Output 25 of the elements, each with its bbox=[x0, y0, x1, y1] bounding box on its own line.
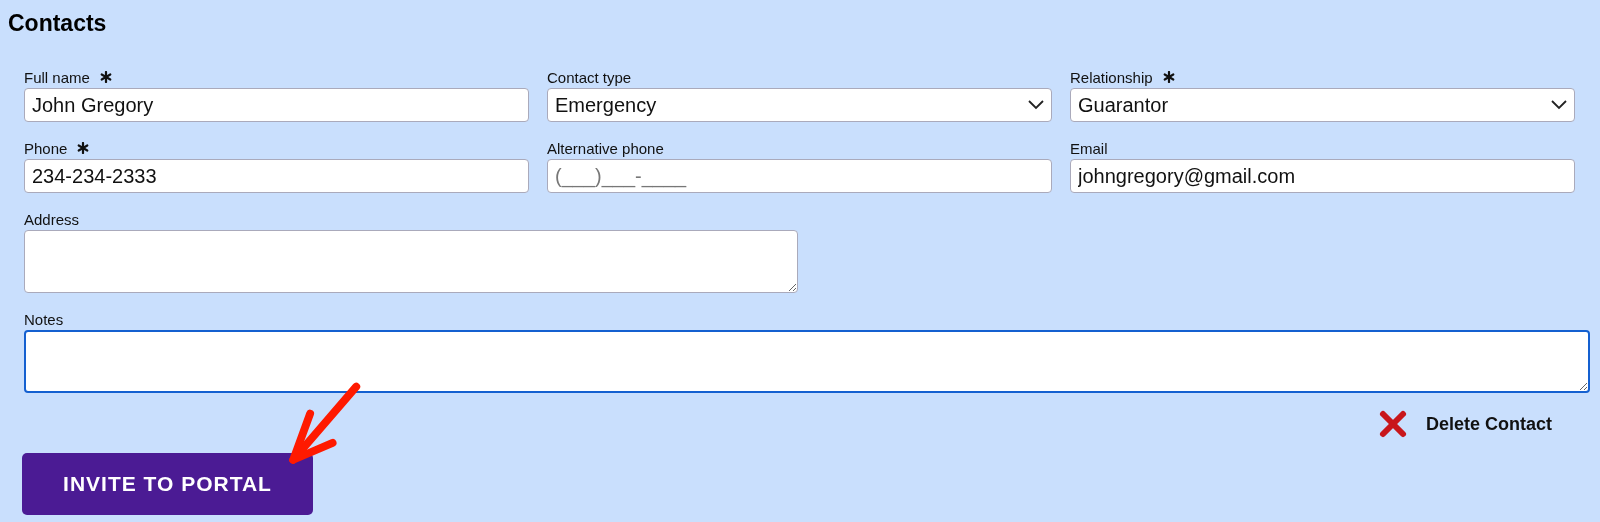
section-title: Contacts bbox=[8, 10, 108, 37]
required-icon bbox=[99, 71, 112, 83]
field-label: Relationship bbox=[1070, 68, 1153, 86]
chevron-down-icon bbox=[1551, 100, 1567, 110]
input-field[interactable]: johngregory@gmail.com bbox=[1070, 159, 1575, 193]
input-field[interactable]: 234-234-2333 bbox=[24, 159, 529, 193]
field-label: Email bbox=[1070, 139, 1108, 157]
select-field[interactable]: Guarantor bbox=[1070, 88, 1575, 122]
delete-contact-link[interactable]: Delete Contact bbox=[1377, 409, 1552, 439]
field-label: Alternative phone bbox=[547, 139, 664, 157]
required-icon bbox=[1162, 71, 1175, 83]
field-label: Notes bbox=[24, 310, 64, 328]
select-field[interactable]: Emergency bbox=[547, 88, 1052, 122]
required-icon bbox=[77, 142, 90, 154]
field-label: Contact type bbox=[547, 68, 632, 86]
input-field[interactable]: (___)___-____ bbox=[547, 159, 1052, 193]
field-label: Phone bbox=[24, 139, 68, 157]
close-icon bbox=[1377, 409, 1408, 439]
invite-to-portal-button[interactable]: INVITE TO PORTAL bbox=[22, 453, 313, 515]
chevron-down-icon bbox=[1028, 100, 1044, 110]
field-label: Address bbox=[24, 210, 80, 228]
field-label: Full name bbox=[24, 68, 90, 86]
address-field[interactable] bbox=[24, 230, 798, 293]
input-field[interactable]: John Gregory bbox=[24, 88, 529, 122]
notes-field[interactable] bbox=[24, 330, 1590, 393]
